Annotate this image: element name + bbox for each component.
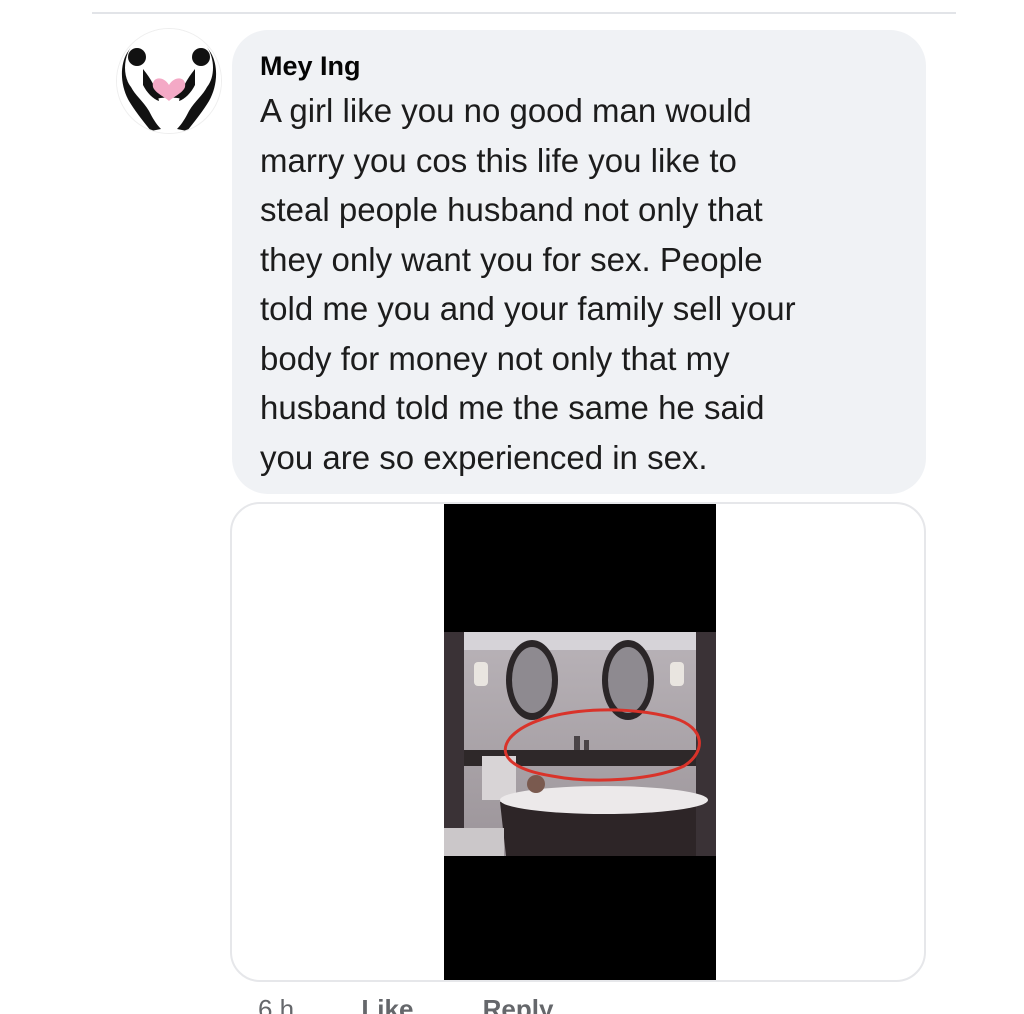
- comment-author-name[interactable]: Mey Ing: [260, 48, 898, 84]
- comment-text-line: marry you cos this life you like to: [260, 141, 737, 179]
- comment-text-line: A girl like you no good man would: [260, 92, 752, 129]
- reply-button[interactable]: Reply: [483, 994, 554, 1014]
- avatar[interactable]: [116, 28, 222, 134]
- comment-media-attachment: [230, 502, 926, 982]
- comment-text-line: steal people husband not only that: [260, 191, 763, 228]
- comment-actions: 6 h Like Reply: [258, 994, 553, 1014]
- bathroom-photo-icon: [444, 632, 716, 856]
- comment-timestamp[interactable]: 6 h: [258, 994, 294, 1014]
- divider: [92, 12, 956, 14]
- comment-text-line: they only want you for sex. People: [260, 240, 763, 278]
- comment-text-line: body for money not only that my: [260, 339, 730, 377]
- comment-text-line: you are so experienced in sex.: [260, 438, 708, 476]
- facebook-comment-screenshot: Mey Ing A girl like you no good man woul…: [0, 0, 1024, 1014]
- couple-silhouette-heart-avatar-icon: [117, 29, 221, 133]
- comment-text-line: husband told me the same he said: [260, 389, 765, 426]
- comment-text: A girl like you no good man would marry …: [260, 86, 898, 482]
- like-button[interactable]: Like: [361, 994, 413, 1014]
- attached-photo[interactable]: [444, 504, 716, 980]
- comment-bubble: Mey Ing A girl like you no good man woul…: [232, 30, 926, 494]
- comment-text-line: told me you and your family sell your: [260, 290, 796, 327]
